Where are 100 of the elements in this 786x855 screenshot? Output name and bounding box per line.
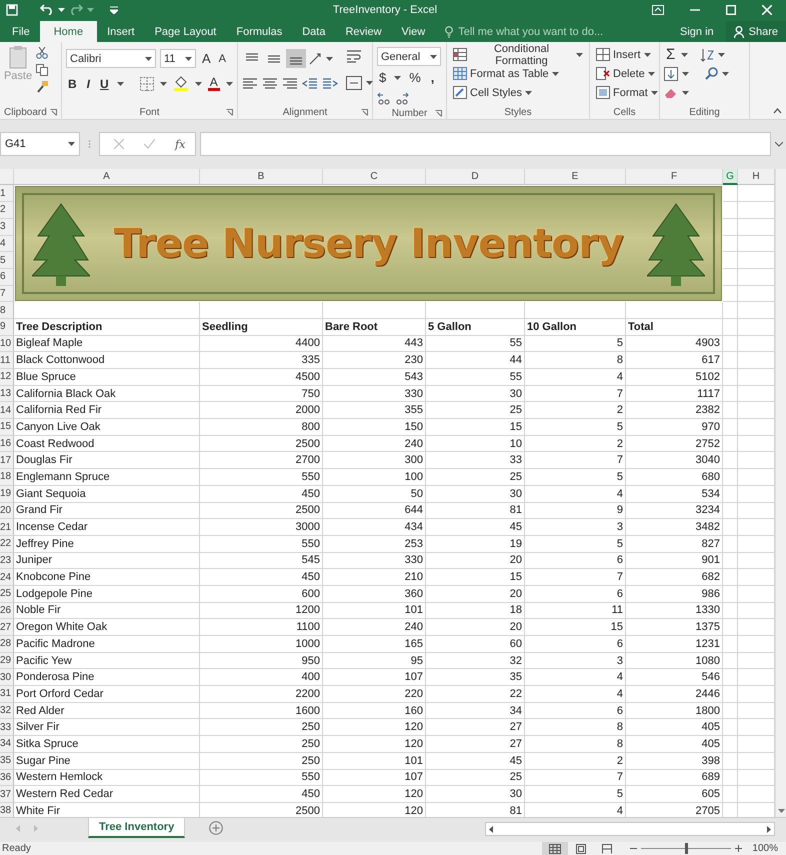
sort-icon[interactable] xyxy=(700,48,714,62)
increase-indent-icon[interactable] xyxy=(322,76,338,91)
scroll-right-icon[interactable] xyxy=(767,826,771,833)
row-header[interactable]: 38 xyxy=(0,802,14,818)
redo-icon[interactable] xyxy=(69,4,83,16)
lightbulb-icon[interactable] xyxy=(445,26,454,38)
italic-button[interactable]: I xyxy=(84,74,92,94)
row-header[interactable]: 2 xyxy=(0,202,14,219)
column-header[interactable]: A xyxy=(14,169,200,186)
merge-icon[interactable] xyxy=(346,76,362,90)
caret-icon[interactable] xyxy=(326,56,333,61)
ribbon-tab[interactable]: File xyxy=(2,21,40,42)
row-header[interactable]: 20 xyxy=(0,502,14,520)
underline-button[interactable]: U xyxy=(98,74,111,94)
undo-icon[interactable] xyxy=(40,4,54,16)
table-cell[interactable] xyxy=(723,736,738,753)
row-header[interactable]: 17 xyxy=(0,452,14,470)
table-cell[interactable] xyxy=(723,402,738,420)
normal-view-icon[interactable] xyxy=(542,842,568,855)
dialog-launcher-icon[interactable] xyxy=(361,108,368,116)
ribbon-tab[interactable]: Data xyxy=(292,21,336,42)
table-cell[interactable] xyxy=(723,702,738,720)
row-header[interactable]: 32 xyxy=(0,702,14,720)
table-cell[interactable] xyxy=(723,386,738,402)
zoom-thumb[interactable] xyxy=(684,843,688,854)
caret-icon[interactable] xyxy=(430,54,437,59)
font-size-dropdown[interactable]: 11 xyxy=(160,49,196,68)
row-header[interactable]: 27 xyxy=(0,619,14,636)
caret-icon[interactable] xyxy=(681,52,688,57)
align-center-icon[interactable] xyxy=(262,76,278,91)
font-color-button[interactable]: A xyxy=(208,76,220,92)
caret-icon[interactable] xyxy=(650,90,658,95)
table-cell[interactable] xyxy=(723,369,738,386)
dialog-launcher-icon[interactable] xyxy=(226,108,233,116)
zoom-level[interactable]: 100% xyxy=(752,843,778,854)
zoom-in-icon[interactable] xyxy=(735,845,742,852)
bold-button[interactable]: B xyxy=(66,74,79,94)
table-cell[interactable] xyxy=(723,552,738,570)
caret-icon[interactable] xyxy=(682,90,689,95)
format-button[interactable]: Format xyxy=(594,83,655,102)
table-cell[interactable] xyxy=(723,602,738,620)
table-cell[interactable] xyxy=(723,686,738,703)
eraser-icon[interactable] xyxy=(664,86,678,99)
table-cell[interactable] xyxy=(14,302,200,319)
align-bottom-icon[interactable] xyxy=(286,49,306,68)
comma-button[interactable]: , xyxy=(428,68,436,88)
caret-icon[interactable] xyxy=(644,52,651,57)
caret-icon[interactable] xyxy=(185,56,192,61)
row-header[interactable]: 37 xyxy=(0,786,14,803)
caret-icon[interactable] xyxy=(394,76,402,80)
table-cell[interactable] xyxy=(723,302,738,319)
horizontal-scrollbar[interactable] xyxy=(485,822,775,836)
row-header[interactable]: 8 xyxy=(0,302,14,319)
borders-icon[interactable] xyxy=(140,76,154,91)
table-cell[interactable] xyxy=(723,336,738,352)
row-header[interactable]: 26 xyxy=(0,602,14,620)
row-header[interactable]: 7 xyxy=(0,286,14,302)
add-sheet-icon[interactable] xyxy=(209,821,224,836)
tell-me-field[interactable]: Tell me what you want to do... xyxy=(458,26,608,38)
table-cell[interactable] xyxy=(723,719,738,736)
table-cell[interactable] xyxy=(723,536,738,553)
caret-icon[interactable] xyxy=(58,8,65,12)
row-header[interactable]: 24 xyxy=(0,569,14,586)
decrease-indent-icon[interactable] xyxy=(302,76,318,91)
table-cell[interactable] xyxy=(723,436,738,452)
column-header[interactable]: G xyxy=(723,169,738,186)
ribbon-tab[interactable]: Page Layout xyxy=(144,21,226,42)
scroll-down-icon[interactable] xyxy=(778,809,784,814)
caret-icon[interactable] xyxy=(576,52,583,57)
row-header[interactable]: 21 xyxy=(0,519,14,536)
caret-icon[interactable] xyxy=(552,72,559,76)
row-header[interactable]: 1 xyxy=(0,185,14,202)
ribbon-tab[interactable]: View xyxy=(392,21,436,42)
table-cell[interactable] xyxy=(626,302,723,319)
row-header[interactable]: 19 xyxy=(0,486,14,502)
customize-icon[interactable] xyxy=(110,6,118,14)
table-cell[interactable] xyxy=(323,302,426,319)
row-header[interactable]: 10 xyxy=(0,336,14,352)
table-cell[interactable] xyxy=(723,519,738,536)
table-cell[interactable] xyxy=(200,302,323,319)
row-header[interactable]: 29 xyxy=(0,652,14,670)
font-name-dropdown[interactable]: Calibri xyxy=(66,49,156,68)
cell-styles-button[interactable]: Cell Styles xyxy=(451,83,585,102)
row-header[interactable]: 28 xyxy=(0,636,14,653)
table-cell[interactable] xyxy=(723,786,738,803)
row-header[interactable]: 3 xyxy=(0,218,14,236)
percent-button[interactable]: % xyxy=(407,68,423,88)
table-cell[interactable] xyxy=(723,752,738,770)
row-header[interactable]: 4 xyxy=(0,236,14,252)
row-header[interactable]: 25 xyxy=(0,586,14,603)
check-icon[interactable] xyxy=(144,139,155,150)
previous-sheet-icon[interactable] xyxy=(16,825,20,832)
row-header[interactable]: 5 xyxy=(0,252,14,269)
table-cell[interactable] xyxy=(723,318,738,336)
vertical-scrollbar[interactable] xyxy=(775,169,786,818)
row-header[interactable]: 22 xyxy=(0,536,14,553)
insert-button[interactable]: Insert xyxy=(594,45,655,64)
caret-icon[interactable] xyxy=(116,82,124,86)
ribbon-tab[interactable]: Review xyxy=(335,21,392,42)
select-all-corner[interactable] xyxy=(0,169,14,186)
